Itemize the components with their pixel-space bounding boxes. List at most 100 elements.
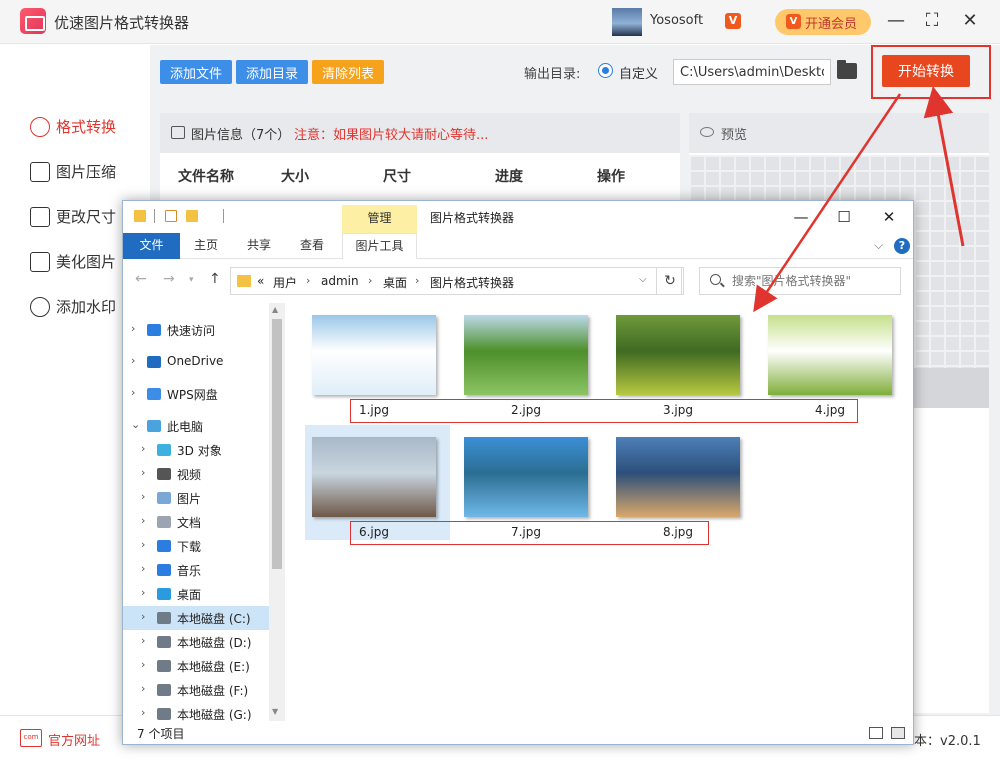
chevron-right-icon[interactable]: › [141, 706, 145, 719]
nav-item[interactable]: › 3D 对象 [123, 438, 269, 462]
forward-arrow-icon[interactable]: → [163, 271, 175, 287]
chevron-down-icon[interactable]: ⌄ [131, 418, 140, 431]
output-path-input[interactable] [673, 59, 831, 85]
ribbon-tab-view[interactable]: 查看 [286, 233, 338, 259]
user-name[interactable]: Yososoft [650, 13, 703, 28]
nav-item[interactable]: › WPS网盘 [123, 382, 269, 406]
nav-item[interactable]: › 桌面 [123, 582, 269, 606]
up-arrow-icon[interactable]: ↑ [209, 271, 221, 287]
vip-button[interactable]: V 开通会员 [775, 9, 871, 35]
maximize-button[interactable]: ⛶ [920, 10, 944, 34]
image-thumbnail[interactable] [464, 437, 588, 517]
ribbon-tab-picture-tools[interactable]: 图片工具 [342, 233, 417, 259]
nav-item[interactable]: › 快速访问 [123, 318, 269, 342]
nav-scroll-thumb[interactable] [272, 319, 282, 569]
chevron-right-icon[interactable]: › [131, 354, 135, 367]
nav-item[interactable]: › 本地磁盘 (C:) [123, 606, 269, 630]
new-folder-icon[interactable] [186, 210, 198, 222]
address-bar[interactable]: « 用户 › admin › 桌面 › 图片格式转换器 ⌵ [230, 267, 682, 295]
nav-item[interactable]: › 下载 [123, 534, 269, 558]
ribbon-tab-home[interactable]: 主页 [180, 233, 232, 259]
manage-tab[interactable]: 管理 [342, 205, 417, 233]
image-thumbnail[interactable] [312, 437, 436, 517]
nav-item[interactable]: › 本地磁盘 (E:) [123, 654, 269, 678]
chevron-right-icon[interactable]: › [141, 514, 145, 527]
breadcrumb-admin[interactable]: admin [321, 274, 359, 288]
breadcrumb-desktop[interactable]: 桌面 [383, 274, 407, 291]
add-directory-button[interactable]: 添加目录 [236, 60, 308, 84]
image-thumbnail[interactable] [768, 315, 892, 395]
chevron-right-icon[interactable]: › [141, 634, 145, 647]
nav-item-label: 桌面 [177, 588, 202, 602]
breadcrumb-current-folder[interactable]: 图片格式转换器 [430, 274, 514, 291]
nav-item[interactable]: › 本地磁盘 (F:) [123, 678, 269, 702]
chevron-right-icon[interactable]: › [141, 658, 145, 671]
properties-icon[interactable] [165, 210, 177, 222]
ribbon-tab-file[interactable]: 文件 [123, 233, 180, 259]
start-convert-button[interactable]: 开始转换 [882, 55, 970, 87]
chevron-right-icon[interactable]: › [131, 386, 135, 399]
breadcrumb-users[interactable]: 用户 [273, 274, 297, 291]
sidebar-item-compress[interactable]: 图片压缩 [30, 160, 150, 184]
back-arrow-icon[interactable]: ← [135, 271, 147, 287]
address-dropdown-icon[interactable]: ⌵ [639, 274, 647, 285]
explorer-ribbon: 文件 主页 共享 查看 图片工具 ⌵ ? [123, 233, 913, 259]
sidebar-item-label: 图片压缩 [56, 163, 117, 181]
search-box[interactable] [699, 267, 901, 295]
chevron-right-icon[interactable]: › [141, 682, 145, 695]
nav-item[interactable]: › 音乐 [123, 558, 269, 582]
official-site-link[interactable]: 官方网址 [48, 730, 100, 749]
ribbon-tab-share[interactable]: 共享 [233, 233, 285, 259]
nav-item-label: 视频 [177, 468, 202, 482]
chevron-right-icon[interactable]: › [141, 442, 145, 455]
search-input[interactable] [732, 272, 898, 290]
details-view-icon[interactable] [869, 727, 883, 739]
preview-header: 预览 [689, 113, 989, 153]
nav-item-label: 下载 [177, 540, 202, 554]
website-icon: com [20, 729, 42, 747]
nav-item[interactable]: › 本地磁盘 (G:) [123, 702, 269, 721]
chevron-right-icon[interactable]: › [131, 322, 135, 335]
nav-item[interactable]: › 图片 [123, 486, 269, 510]
chevron-right-icon[interactable]: › [141, 466, 145, 479]
ribbon-expand-chevron-icon[interactable]: ⌵ [874, 238, 883, 253]
explorer-close-button[interactable]: ✕ [874, 207, 904, 227]
nav-item[interactable]: › 视频 [123, 462, 269, 486]
breadcrumb-overflow[interactable]: « [257, 274, 264, 288]
image-thumbnail[interactable] [312, 315, 436, 395]
recent-chevron-icon[interactable]: ▾ [189, 275, 194, 285]
cube-icon [157, 444, 171, 456]
refresh-button[interactable]: ↻ [656, 267, 684, 295]
chevron-right-icon[interactable]: › [141, 538, 145, 551]
nav-item[interactable]: › 本地磁盘 (D:) [123, 630, 269, 654]
nav-item[interactable]: ⌄ 此电脑 [123, 414, 269, 438]
user-avatar[interactable] [612, 8, 642, 36]
minimize-button[interactable]: — [884, 10, 908, 34]
image-thumbnail[interactable] [616, 437, 740, 517]
large-icons-view-icon[interactable] [891, 727, 905, 739]
chevron-right-icon[interactable]: › [141, 586, 145, 599]
folder-icon[interactable] [837, 60, 857, 79]
explorer-minimize-button[interactable]: — [786, 207, 816, 227]
sidebar-item-format-convert[interactable]: 格式转换 [30, 115, 150, 139]
breadcrumb-separator-icon: › [306, 274, 311, 287]
clear-list-button[interactable]: 清除列表 [312, 60, 384, 84]
close-button[interactable]: ✕ [958, 10, 982, 34]
sidebar-item-label: 格式转换 [56, 118, 117, 136]
custom-radio[interactable] [598, 63, 613, 78]
scroll-up-icon[interactable]: ▲ [272, 305, 278, 314]
image-thumbnail[interactable] [464, 315, 588, 395]
sidebar-item-label: 更改尺寸 [56, 208, 117, 226]
nav-item-label: 此电脑 [167, 420, 204, 434]
explorer-maximize-button[interactable]: ☐ [829, 207, 859, 227]
chevron-right-icon[interactable]: › [141, 490, 145, 503]
nav-item[interactable]: › 文档 [123, 510, 269, 534]
scroll-down-icon[interactable]: ▼ [272, 707, 278, 716]
image-thumbnail[interactable] [616, 315, 740, 395]
add-file-button[interactable]: 添加文件 [160, 60, 232, 84]
help-icon[interactable]: ? [894, 238, 910, 254]
nav-item[interactable]: › OneDrive [123, 350, 269, 374]
custom-radio-label[interactable]: 自定义 [619, 63, 658, 82]
chevron-right-icon[interactable]: › [141, 610, 145, 623]
chevron-right-icon[interactable]: › [141, 562, 145, 575]
